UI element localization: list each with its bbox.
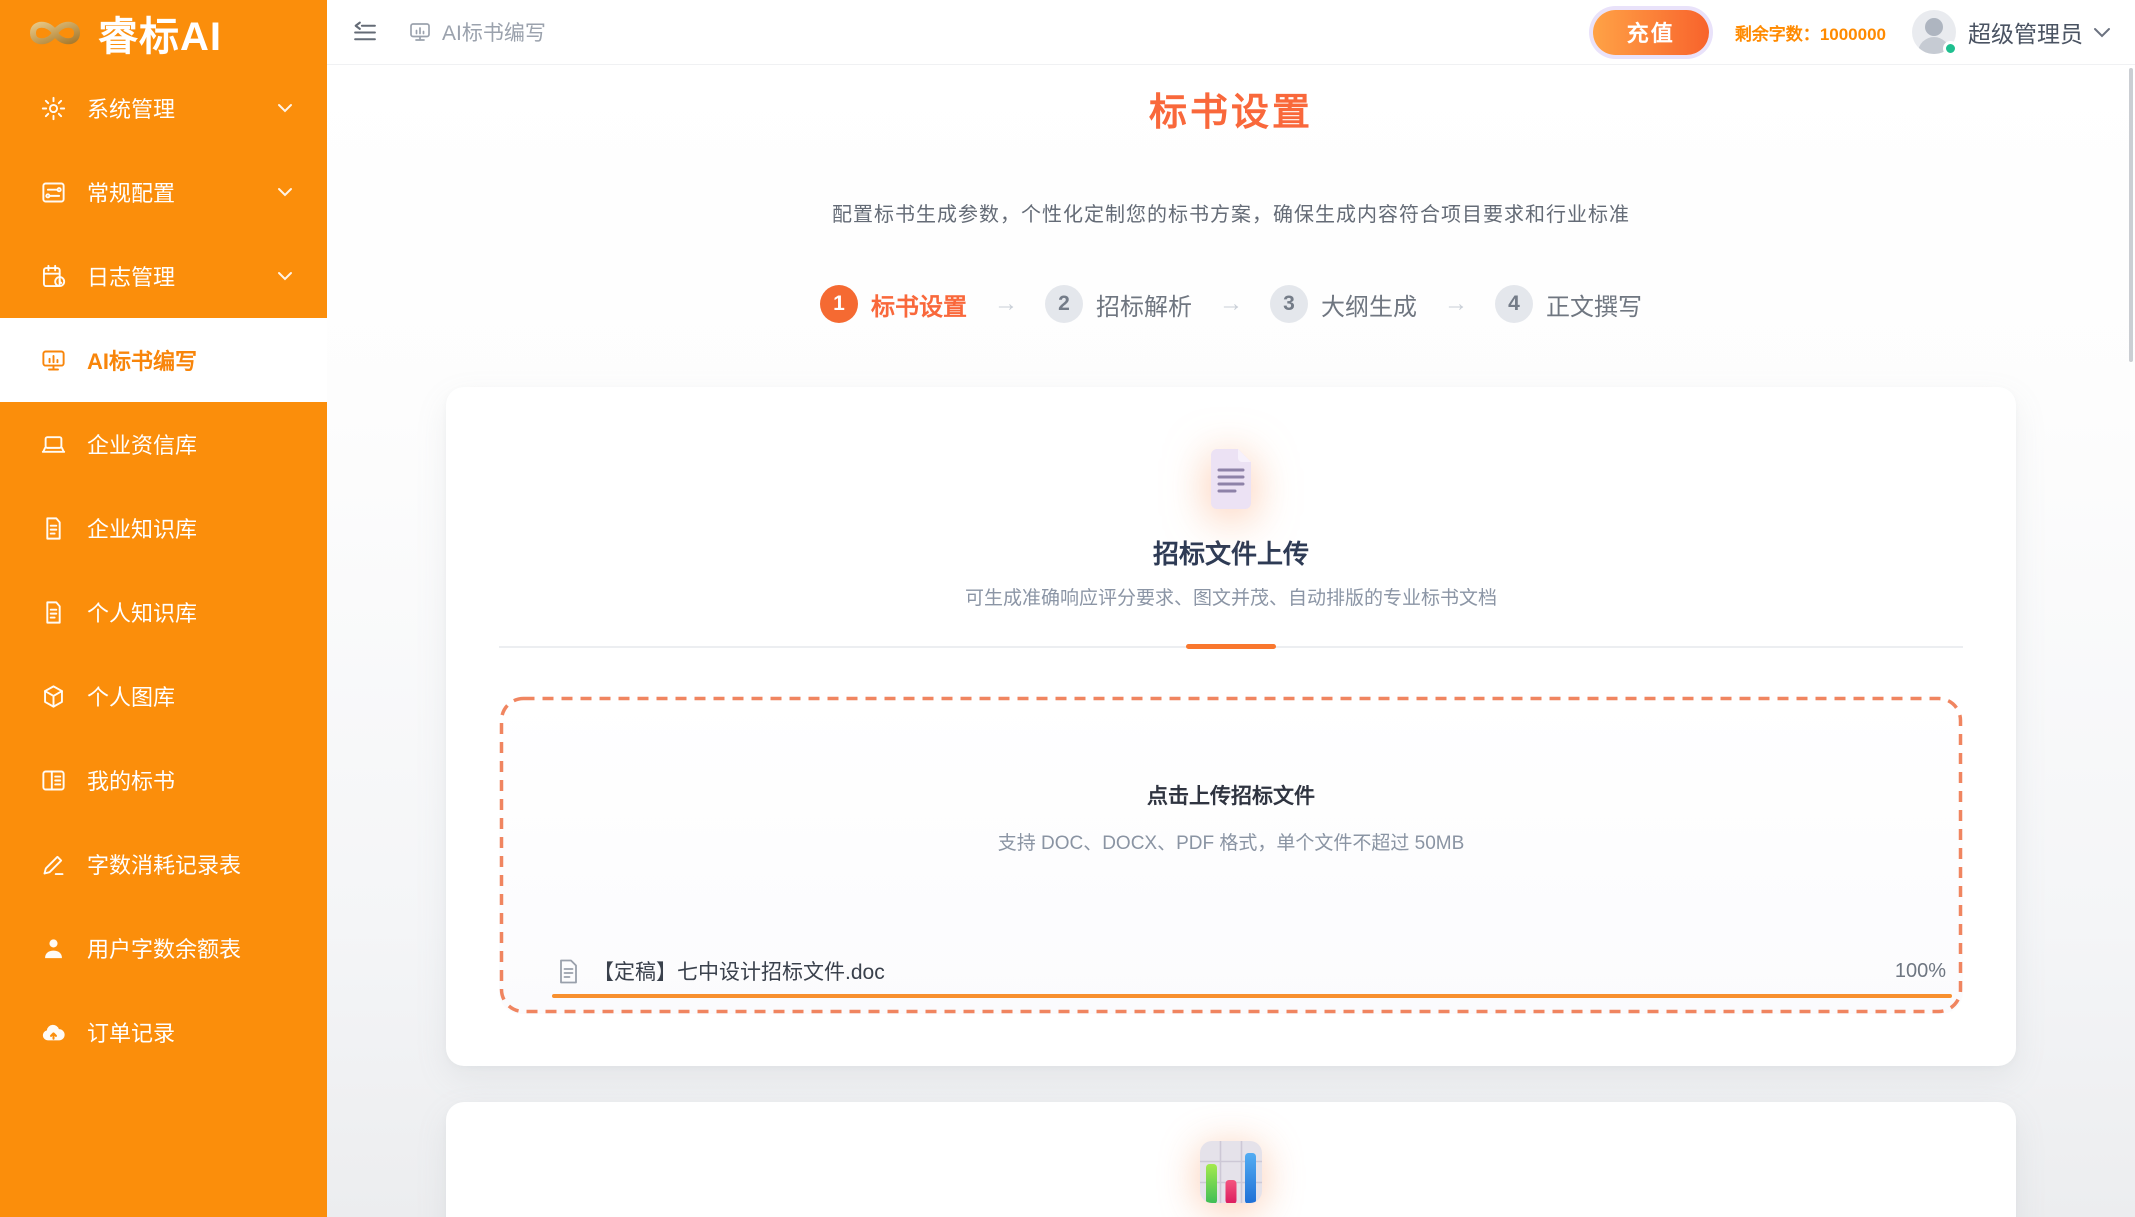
sidebar-item-label: 企业资信库 (87, 428, 197, 460)
file-icon (558, 959, 579, 984)
step-arrow-icon: → (994, 290, 1018, 318)
gear-icon (40, 95, 67, 122)
sidebar-item-label: 用户字数余额表 (87, 932, 241, 964)
sidebar-item-label: 日志管理 (87, 260, 175, 292)
upload-progress-bar (552, 994, 1952, 998)
sidebar-item-label: 字数消耗记录表 (87, 848, 241, 880)
file-row: 【定稿】七中设计招标文件.doc 100% (552, 956, 1952, 986)
sidebar-item-ai-bid-writing[interactable]: AI标书编写 (0, 318, 327, 402)
chevron-down-icon (2093, 27, 2111, 38)
sidebar-item-label: 我的标书 (87, 764, 175, 796)
purple-document-icon (1205, 447, 1257, 514)
chevron-down-icon (277, 271, 293, 281)
step-number: 3 (1270, 285, 1308, 323)
main-column: AI标书编写 充值 剩余字数：1000000 超级管理员 标书设置 配置标书生成… (327, 0, 2135, 1217)
page-subtitle: 配置标书生成参数，个性化定制您的标书方案，确保生成内容符合项目要求和行业标准 (327, 198, 2135, 227)
remaining-words-value: 1000000 (1820, 25, 1886, 44)
cloud-upload-icon (40, 1019, 67, 1046)
tab-ai-bid-writing: AI标书编写 (408, 17, 546, 47)
log-icon (40, 263, 67, 290)
pencil-icon (40, 851, 67, 878)
sidebar: 睿标AI 系统管理 常规配置 日志管理 (0, 0, 327, 1217)
avatar (1912, 10, 1956, 54)
brand-logo: 睿标AI (0, 0, 327, 66)
sidebar-item-general-config[interactable]: 常规配置 (0, 150, 327, 234)
tab-label: AI标书编写 (442, 17, 546, 47)
next-section-card (446, 1102, 2016, 1217)
step-body-writing: 4 正文撰写 (1495, 285, 1642, 323)
topbar: AI标书编写 充值 剩余字数：1000000 超级管理员 (327, 0, 2135, 65)
sidebar-item-order-records[interactable]: 订单记录 (0, 990, 327, 1074)
step-label: 大纲生成 (1321, 287, 1417, 322)
main-content: 标书设置 配置标书生成参数，个性化定制您的标书方案，确保生成内容符合项目要求和行… (327, 65, 2135, 1217)
step-number: 2 (1045, 285, 1083, 323)
sidebar-item-system-mgmt[interactable]: 系统管理 (0, 66, 327, 150)
user-menu[interactable]: 超级管理员 (1912, 10, 2111, 54)
sidebar-item-label: AI标书编写 (87, 344, 197, 376)
sliders-icon (40, 179, 67, 206)
sidebar-item-log-mgmt[interactable]: 日志管理 (0, 234, 327, 318)
sidebar-item-company-knowledge-lib[interactable]: 企业知识库 (0, 486, 327, 570)
sidebar-item-personal-knowledge-lib[interactable]: 个人知识库 (0, 570, 327, 654)
chevron-down-icon (277, 187, 293, 197)
brand-name: 睿标AI (98, 4, 222, 62)
layout-icon (40, 767, 67, 794)
monitor-icon (408, 20, 432, 44)
sidebar-item-label: 个人知识库 (87, 596, 197, 628)
recharge-button[interactable]: 充值 (1593, 10, 1709, 55)
step-arrow-icon: → (1219, 290, 1243, 318)
step-tender-analysis: 2 招标解析 (1045, 285, 1192, 323)
online-status-dot (1943, 41, 1958, 56)
sidebar-item-label: 订单记录 (87, 1016, 175, 1048)
tender-upload-card: 招标文件上传 可生成准确响应评分要求、图文并茂、自动排版的专业标书文档 点击上传… (446, 387, 2016, 1066)
step-label: 正文撰写 (1546, 287, 1642, 322)
vertical-scrollbar[interactable] (2129, 68, 2133, 362)
sidebar-item-label: 个人图库 (87, 680, 175, 712)
page-title: 标书设置 (327, 81, 2135, 136)
uploaded-file-entry[interactable]: 【定稿】七中设计招标文件.doc 100% (552, 956, 1952, 998)
divider-accent (1186, 644, 1276, 649)
document-icon (40, 515, 67, 542)
dropzone-hint: 支持 DOC、DOCX、PDF 格式，单个文件不超过 50MB (499, 828, 1963, 855)
divider (499, 646, 1963, 648)
laptop-icon (40, 431, 67, 458)
step-outline-generation: 3 大纲生成 (1270, 285, 1417, 323)
sidebar-item-label: 系统管理 (87, 92, 175, 124)
bar-chart-icon (1199, 1140, 1263, 1209)
chevron-down-icon (277, 103, 293, 113)
sidebar-item-personal-gallery[interactable]: 个人图库 (0, 654, 327, 738)
step-label: 标书设置 (871, 287, 967, 322)
sidebar-item-user-word-balance[interactable]: 用户字数余额表 (0, 906, 327, 990)
sidebar-item-label: 企业知识库 (87, 512, 197, 544)
sidebar-item-company-credit-lib[interactable]: 企业资信库 (0, 402, 327, 486)
user-icon (40, 935, 67, 962)
sidebar-nav: 系统管理 常规配置 日志管理 (0, 66, 327, 1074)
collapse-sidebar-icon[interactable] (351, 19, 378, 46)
sidebar-item-word-usage-log[interactable]: 字数消耗记录表 (0, 822, 327, 906)
file-name: 【定稿】七中设计招标文件.doc (593, 956, 885, 986)
upload-progress-value: 100% (1895, 960, 1946, 983)
stepper: 1 标书设置 → 2 招标解析 → 3 大纲生成 → 4 正文撰写 (327, 285, 2135, 323)
remaining-words-label: 剩余字数： (1735, 25, 1820, 44)
upload-card-subtitle: 可生成准确响应评分要求、图文并茂、自动排版的专业标书文档 (499, 583, 1963, 610)
document-icon (40, 599, 67, 626)
username: 超级管理员 (1968, 15, 2083, 49)
step-number: 1 (820, 285, 858, 323)
step-label: 招标解析 (1096, 287, 1192, 322)
step-bid-settings: 1 标书设置 (820, 285, 967, 323)
sidebar-item-my-bids[interactable]: 我的标书 (0, 738, 327, 822)
cube-icon (40, 683, 67, 710)
step-number: 4 (1495, 285, 1533, 323)
remaining-words: 剩余字数：1000000 (1735, 20, 1886, 45)
sidebar-item-label: 常规配置 (87, 176, 175, 208)
dropzone-title: 点击上传招标文件 (499, 696, 1963, 810)
upload-card-title: 招标文件上传 (499, 534, 1963, 571)
step-arrow-icon: → (1444, 290, 1468, 318)
monitor-icon (40, 347, 67, 374)
infinity-logo-icon (26, 18, 84, 48)
upload-dropzone[interactable]: 点击上传招标文件 支持 DOC、DOCX、PDF 格式，单个文件不超过 50MB… (499, 696, 1963, 1014)
